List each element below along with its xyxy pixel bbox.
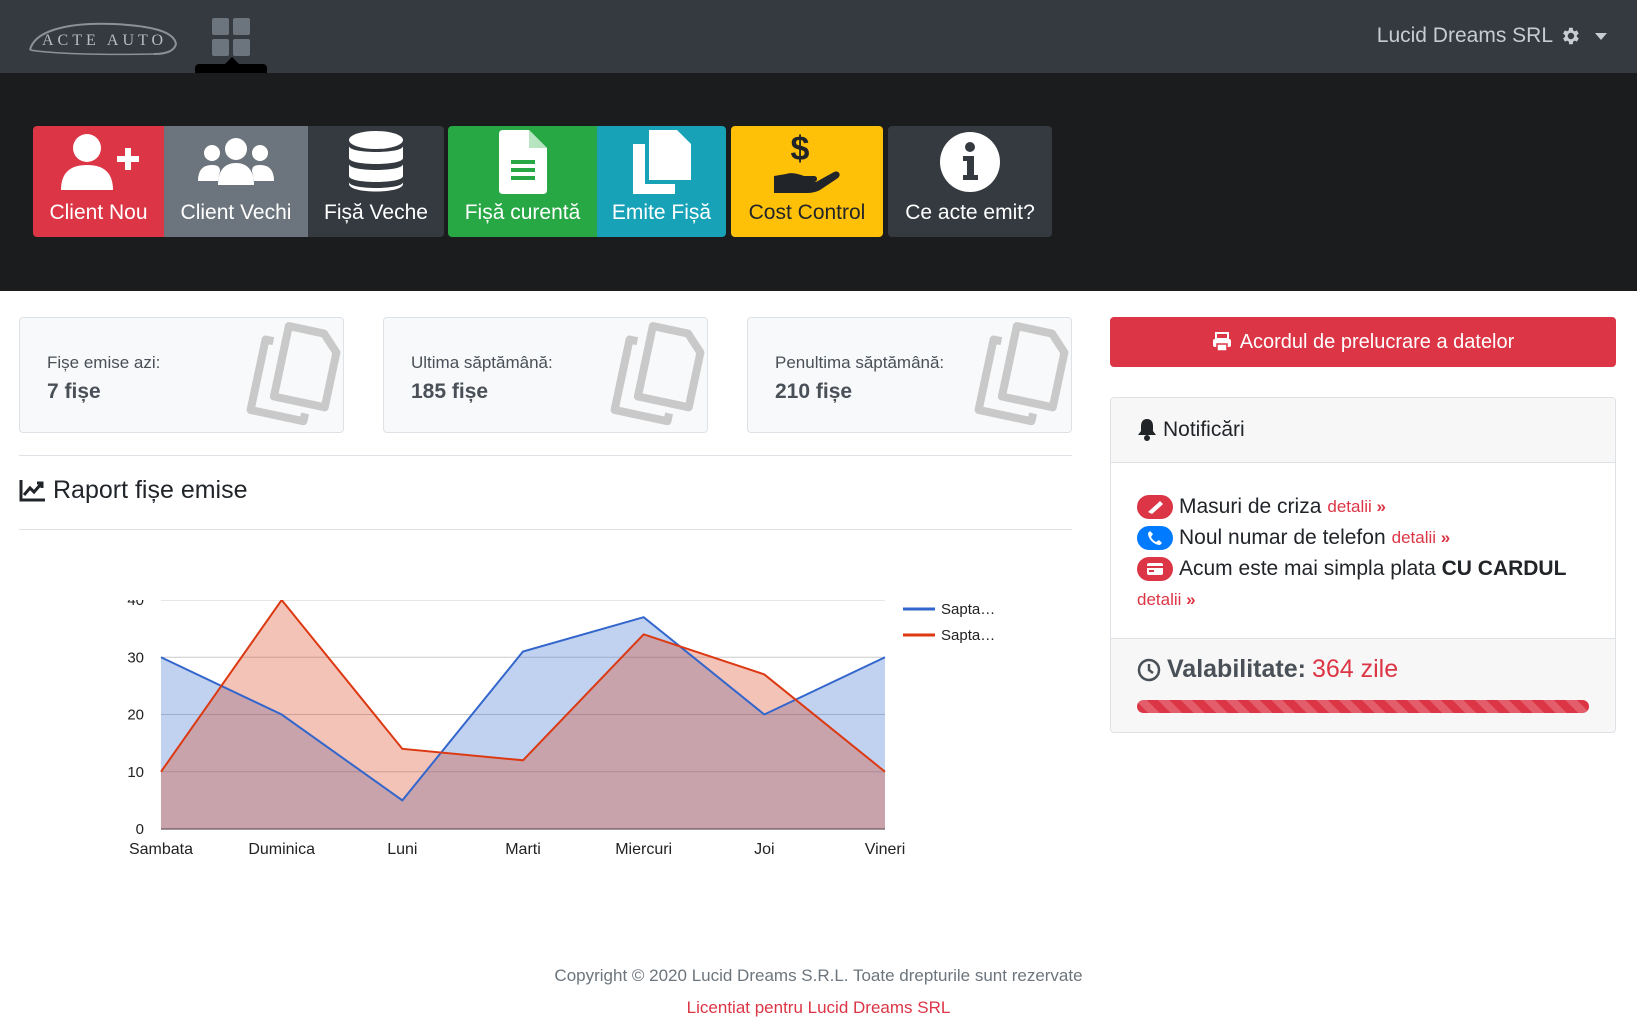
report-title: Raport fișe emise — [19, 476, 248, 505]
stat-card-last-week: Ultima săptămână: 185 fișe — [383, 317, 708, 433]
clock-icon — [1137, 658, 1161, 681]
syringe-icon — [1137, 494, 1173, 519]
notifications-title: Notificări — [1163, 418, 1245, 441]
x-tick-label: Sambata — [129, 841, 193, 858]
action-bar: Client Nou Client Vechi Fișă Veche Fișă … — [0, 73, 1637, 291]
divider — [19, 455, 1072, 456]
user-plus-icon — [60, 134, 139, 190]
client-vechi-button[interactable]: Client Vechi — [164, 126, 308, 237]
notifications-header: Notificări — [1111, 398, 1615, 463]
client-vechi-label: Client Vechi — [180, 201, 292, 224]
validity-progress-bar — [1137, 700, 1589, 713]
details-link[interactable]: detalii » — [1137, 584, 1196, 615]
divider — [19, 529, 1072, 530]
logo-text: ACTE AUTO — [42, 32, 168, 49]
ce-acte-emit-label: Ce acte emit? — [905, 201, 1035, 224]
cost-control-button[interactable]: $ Cost Control — [731, 126, 883, 237]
file-text-icon — [498, 130, 547, 194]
details-link[interactable]: detalii » — [1392, 522, 1451, 553]
footer-copyright: Copyright © 2020 Lucid Dreams S.R.L. Toa… — [554, 966, 1083, 985]
chevron-down-icon — [1595, 32, 1607, 40]
phone-icon — [1137, 525, 1173, 550]
ce-acte-emit-button[interactable]: Ce acte emit? — [888, 126, 1052, 237]
fisa-curenta-button[interactable]: Fișă curentă — [448, 126, 597, 237]
users-icon — [198, 138, 274, 185]
x-tick-label: Joi — [754, 841, 774, 858]
notification-text: Masuri de criza — [1179, 495, 1322, 518]
y-tick-label: 0 — [136, 821, 144, 838]
copy-icon — [632, 130, 691, 194]
fisa-veche-button[interactable]: Fișă Veche — [308, 126, 444, 237]
report-chart: 0 10 20 30 40 Sambata Duminica Luni Marti Miercur… — [110, 592, 1070, 910]
logo[interactable]: ACTE AUTO — [24, 18, 189, 58]
notification-text: Noul numar de telefon — [1179, 526, 1386, 549]
y-tick-label: 30 — [127, 649, 144, 666]
user-menu[interactable]: Lucid Dreams SRL — [1377, 24, 1607, 48]
gear-icon — [1563, 27, 1579, 45]
y-tick-label: 10 — [127, 764, 144, 781]
stat-value: 7 fișe — [47, 380, 101, 403]
x-tick-label: Marti — [505, 841, 541, 858]
x-tick-label: Duminica — [248, 841, 315, 858]
stat-label: Penultima săptămână: — [775, 353, 945, 372]
y-tick-label: 20 — [127, 707, 144, 724]
fisa-curenta-label: Fișă curentă — [464, 201, 581, 224]
copy-icon — [246, 322, 341, 426]
hand-dollar-icon: $ — [774, 130, 840, 193]
client-nou-button[interactable]: Client Nou — [33, 126, 164, 237]
bell-icon — [1138, 419, 1156, 441]
y-tick-label: 40 — [127, 600, 144, 609]
notification-item: Acum este mai simpla plata CU CARDUL — [1137, 553, 1589, 584]
stat-value: 210 fișe — [775, 380, 853, 403]
menu-grid-button[interactable] — [212, 18, 250, 56]
x-tick-label: Luni — [387, 841, 417, 858]
copy-icon — [610, 322, 705, 426]
legend-label: Sapta… — [941, 601, 995, 618]
legend-label: Sapta… — [941, 627, 995, 644]
info-icon — [940, 132, 1000, 192]
stat-value: 185 fișe — [411, 380, 489, 403]
stat-card-today: Fișe emise azi: 7 fișe — [19, 317, 344, 433]
report-title-text: Raport fișe emise — [53, 476, 248, 504]
copy-icon — [974, 322, 1069, 426]
chart-line-icon — [19, 479, 45, 501]
top-navbar: ACTE AUTO Meniu Lucid Dreams SRL — [0, 0, 1637, 102]
notifications-card: Notificări Masuri de criza detalii » Nou… — [1110, 397, 1616, 733]
validity-section: Valabilitate: 364 zile — [1111, 638, 1615, 732]
x-tick-label: Vineri — [865, 841, 906, 858]
notification-item: Noul numar de telefon detalii » — [1137, 522, 1589, 553]
validity-value: 364 zile — [1311, 655, 1399, 683]
stat-label: Ultima săptămână: — [411, 353, 553, 372]
user-name: Lucid Dreams SRL — [1376, 24, 1553, 47]
database-icon — [349, 131, 403, 192]
notification-text: Acum este mai simpla plata — [1179, 557, 1442, 580]
validity-label: Valabilitate: — [1167, 655, 1306, 683]
cost-control-label: Cost Control — [748, 201, 866, 224]
data-agreement-button[interactable]: Acordul de prelucrare a datelor — [1110, 317, 1616, 367]
data-agreement-label: Acordul de prelucrare a datelor — [1239, 330, 1515, 353]
notification-bold: CU CARDUL — [1441, 557, 1567, 580]
print-icon — [1212, 332, 1231, 352]
x-tick-label: Miercuri — [615, 841, 672, 858]
footer-license[interactable]: Licentiat pentru Lucid Dreams SRL — [0, 998, 1637, 1018]
emite-fisa-button[interactable]: Emite Fișă — [597, 126, 726, 237]
svg-text:$: $ — [791, 130, 810, 168]
client-nou-label: Client Nou — [49, 201, 148, 224]
notifications-list: Masuri de criza detalii » Noul numar de … — [1111, 463, 1615, 638]
emite-fisa-label: Emite Fișă — [611, 201, 712, 224]
stat-label: Fișe emise azi: — [47, 353, 161, 372]
notification-item: Masuri de criza detalii » — [1137, 491, 1589, 522]
fisa-veche-label: Fișă Veche — [324, 201, 428, 224]
stat-card-previous-week: Penultima săptămână: 210 fișe — [747, 317, 1072, 433]
details-link[interactable]: detalii » — [1327, 491, 1386, 522]
credit-card-icon — [1137, 556, 1173, 581]
